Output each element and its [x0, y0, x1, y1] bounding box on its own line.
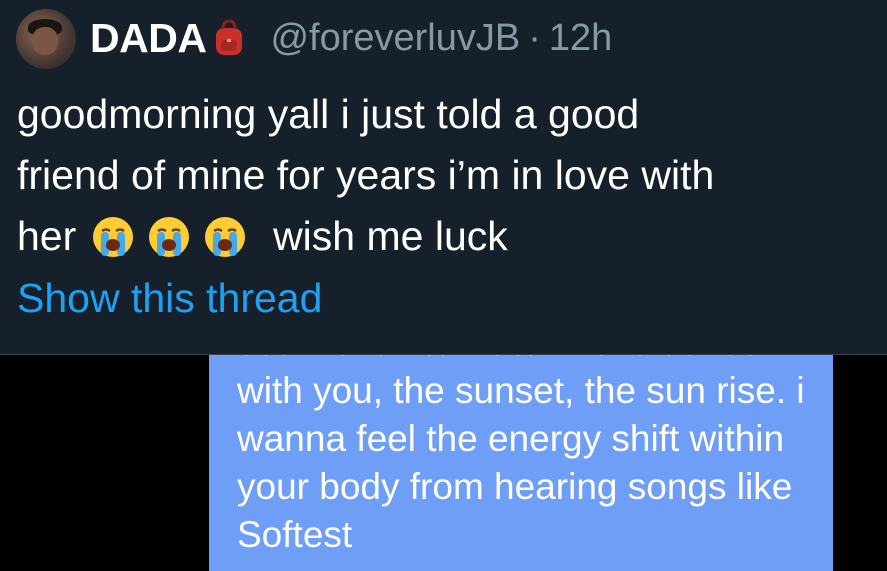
- separator-dot: ·: [528, 16, 541, 59]
- message-text: soul. id luv to watch Love Jones with yo…: [237, 355, 805, 555]
- loudly-crying-face-icon: [148, 217, 189, 257]
- tweet-media-image[interactable]: soul. id luv to watch Love Jones with yo…: [0, 355, 887, 571]
- tweet-header: DADA @foreverluvJB · 12h: [90, 12, 612, 64]
- tweet-text-segment: her: [17, 213, 77, 259]
- tweet-text-line: friend of mine for years i’m in love wit…: [17, 152, 715, 198]
- display-name[interactable]: DADA: [90, 15, 207, 62]
- loudly-crying-face-icon: [92, 217, 133, 257]
- avatar-face: [32, 27, 58, 55]
- tweet-text-line: goodmorning yall i just told a good: [17, 91, 640, 137]
- tweet-text-line: her wish me luck: [17, 206, 877, 267]
- show-thread-link[interactable]: Show this thread: [17, 270, 322, 326]
- avatar[interactable]: [16, 9, 76, 69]
- emoji-group: [92, 213, 271, 259]
- tweet-text-segment: wish me luck: [273, 213, 508, 259]
- tweet-card[interactable]: DADA @foreverluvJB · 12h goodmorning yal…: [0, 0, 887, 355]
- user-handle[interactable]: @foreverluvJB: [270, 17, 520, 60]
- backpack-icon: [216, 19, 243, 55]
- tweet-text: goodmorning yall i just told a good frie…: [17, 84, 877, 267]
- timestamp[interactable]: 12h: [549, 17, 612, 60]
- loudly-crying-face-icon: [204, 217, 245, 257]
